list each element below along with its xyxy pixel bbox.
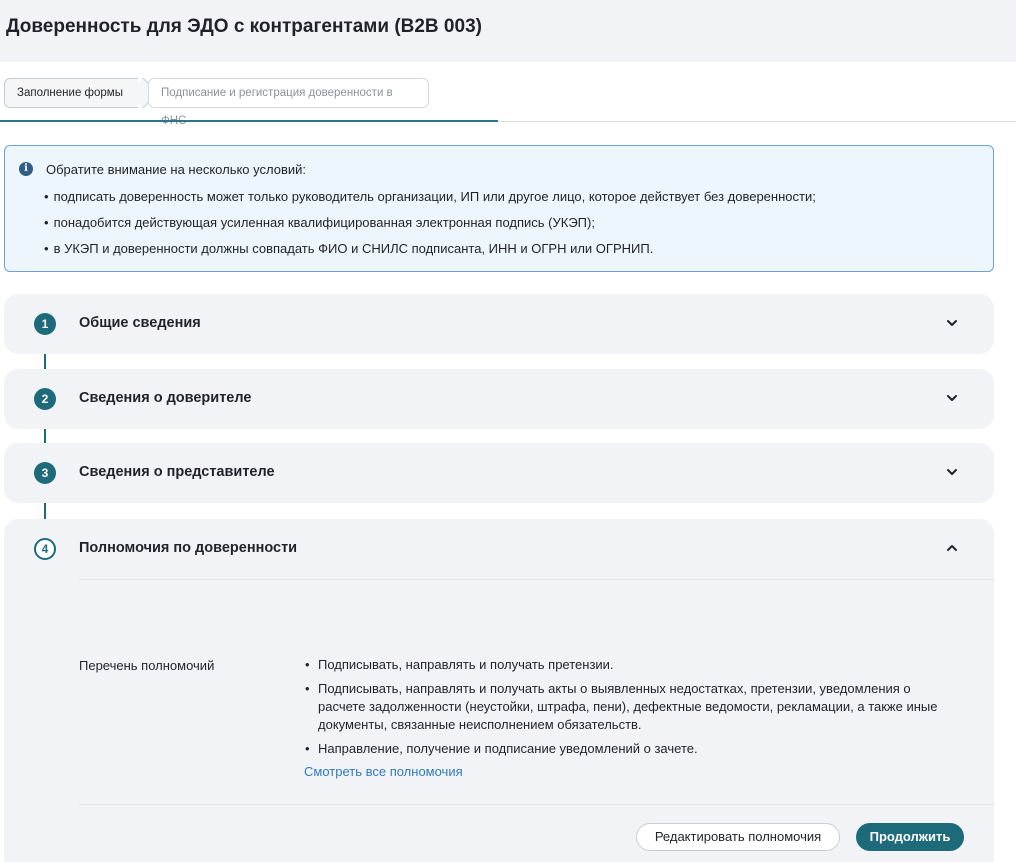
step-number-badge: 1	[34, 313, 56, 335]
active-step-underline	[0, 120, 498, 122]
page-header: Доверенность для ЭДО с контрагентами (B2…	[0, 0, 1016, 62]
step-number-badge: 4	[34, 538, 56, 560]
chevron-down-icon[interactable]	[945, 393, 959, 403]
section-header[interactable]: 4 Полномочия по доверенности	[4, 519, 994, 579]
notice-title: Обратите внимание на несколько условий:	[46, 162, 306, 177]
section-title: Полномочия по доверенности	[79, 540, 298, 556]
notice-item: понадобится действующая усиленная квалиф…	[44, 215, 595, 230]
main-content: Заполнение формы Подписание и регистраци…	[0, 62, 1016, 862]
section-header[interactable]: 1 Общие сведения	[4, 294, 994, 354]
powers-list: Подписывать, направлять и получать прете…	[304, 656, 944, 764]
power-item: Подписывать, направлять и получать прете…	[304, 656, 944, 674]
section-header[interactable]: 3 Сведения о представителе	[4, 443, 994, 503]
chevron-up-icon[interactable]	[945, 543, 959, 553]
step-underline	[498, 121, 1016, 122]
section-divider	[79, 579, 994, 580]
step-number-badge: 3	[34, 462, 56, 484]
section-title: Общие сведения	[79, 315, 201, 331]
section-general-info: 1 Общие сведения	[4, 294, 994, 354]
powers-label: Перечень полномочий	[79, 658, 215, 673]
power-item: Направление, получение и подписание увед…	[304, 740, 944, 758]
section-header[interactable]: 2 Сведения о доверителе	[4, 369, 994, 429]
step-fill-form[interactable]: Заполнение формы	[4, 78, 138, 108]
step-sign-register[interactable]: Подписание и регистрация доверенности в …	[148, 78, 429, 127]
section-divider	[79, 804, 994, 805]
step-fill-form-label: Заполнение формы	[17, 87, 123, 99]
continue-button[interactable]: Продолжить	[856, 823, 964, 851]
section-principal-info: 2 Сведения о доверителе	[4, 369, 994, 429]
info-icon: i	[19, 162, 33, 176]
section-title: Сведения о представителе	[79, 464, 275, 480]
step-number-badge: 2	[34, 388, 56, 410]
page-title: Доверенность для ЭДО с контрагентами (B2…	[6, 16, 482, 37]
section-title: Сведения о доверителе	[79, 390, 252, 406]
chevron-down-icon[interactable]	[945, 318, 959, 328]
notice-item: в УКЭП и доверенности должны совпадать Ф…	[44, 241, 654, 256]
section-powers: 4 Полномочия по доверенности Перечень по…	[4, 519, 994, 862]
notice-box: i Обратите внимание на несколько условий…	[4, 145, 994, 272]
notice-item: подписать доверенность может только руко…	[44, 189, 816, 204]
edit-powers-button[interactable]: Редактировать полномочия	[636, 823, 840, 851]
power-item: Подписывать, направлять и получать акты …	[304, 680, 944, 734]
see-all-powers-link[interactable]: Смотреть все полномочия	[304, 764, 463, 779]
chevron-down-icon[interactable]	[945, 467, 959, 477]
section-representative-info: 3 Сведения о представителе	[4, 443, 994, 503]
